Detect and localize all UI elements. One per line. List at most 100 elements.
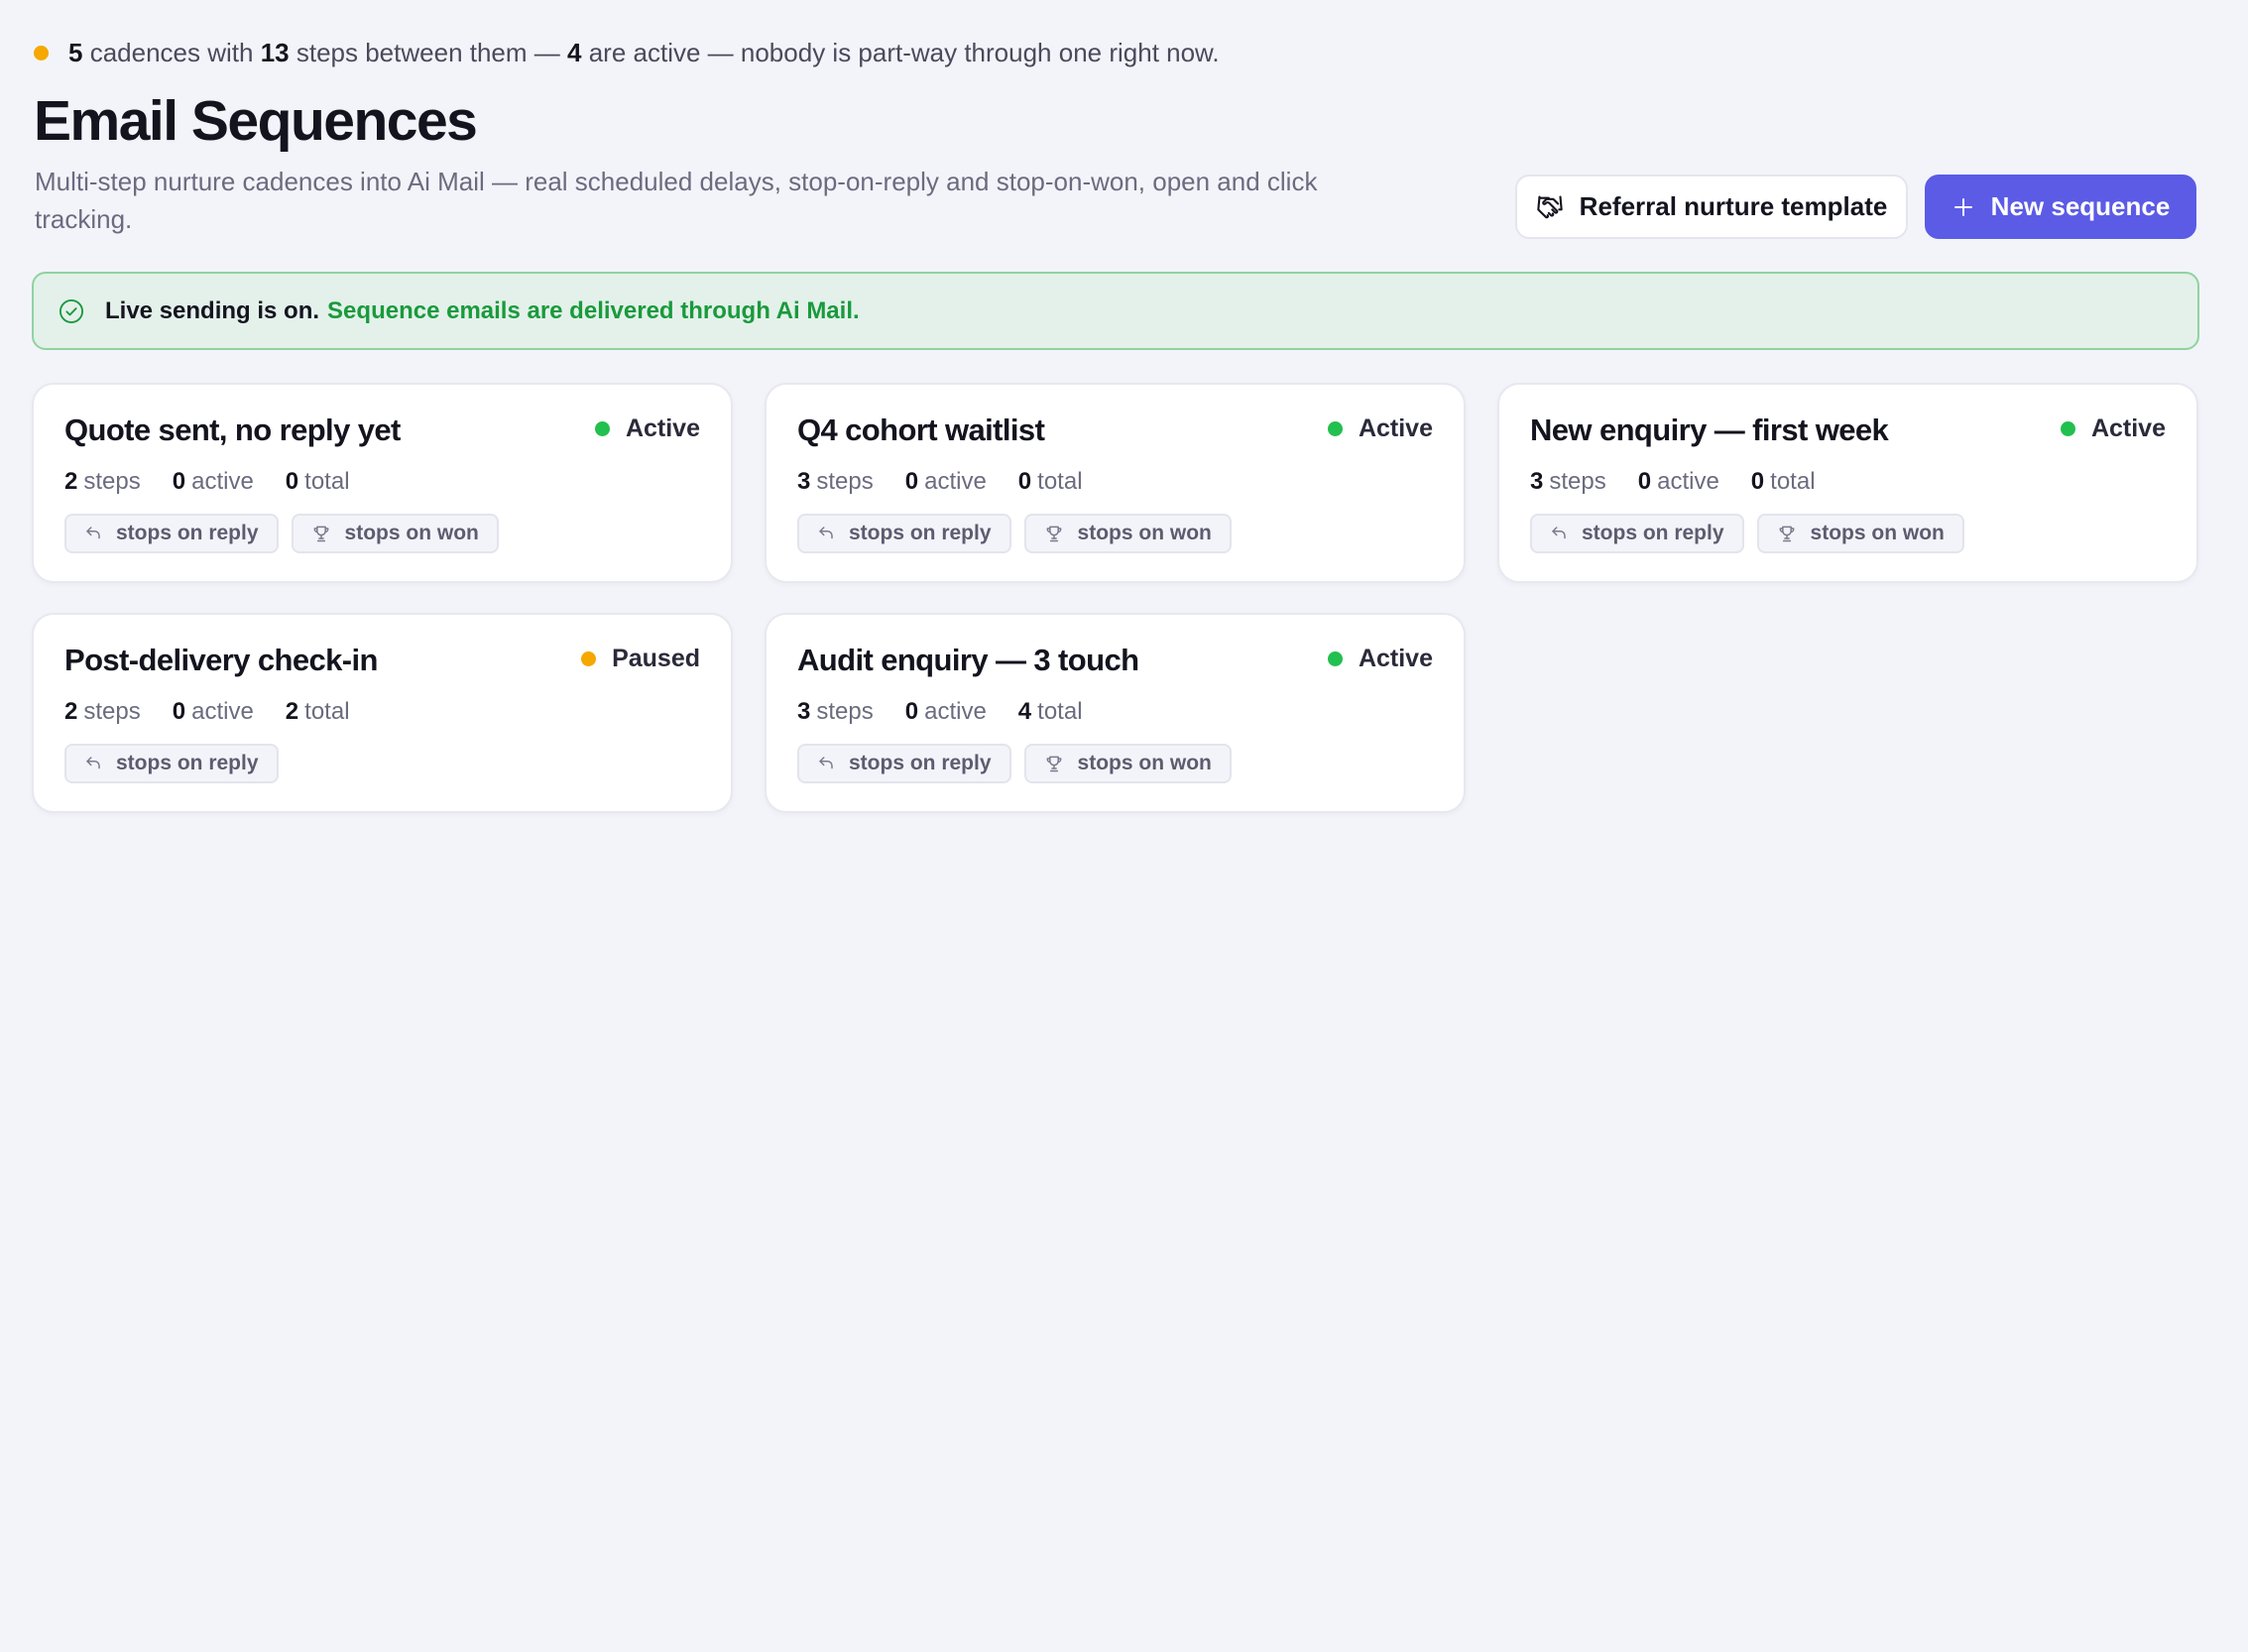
sequence-title: Post-delivery check-in — [64, 643, 378, 677]
stops-on-won-chip: stops on won — [1756, 514, 1964, 553]
active-stat: 0 active — [173, 468, 254, 496]
active-label: active — [1657, 468, 1719, 495]
sequence-status: Active — [2060, 414, 2166, 443]
trophy-icon — [313, 526, 328, 542]
status-label: Active — [625, 414, 700, 442]
stops-on-reply-label: stops on reply — [116, 752, 259, 774]
steps-label: steps — [1549, 468, 1606, 495]
stops-on-reply-chip: stops on reply — [797, 514, 1011, 553]
active-count: 0 — [904, 698, 919, 725]
stops-on-won-label: stops on won — [344, 522, 479, 544]
sequence-title: New enquiry — first week — [1530, 413, 1889, 447]
sequence-card[interactable]: Post-delivery check-in Paused 2 steps 0 activ… — [32, 613, 733, 813]
status-dot — [581, 651, 597, 666]
total-count: 2 — [285, 698, 299, 725]
sequence-stop-rules: stops on reply stops on won — [797, 514, 1244, 553]
steps-stat: 3 steps — [797, 468, 874, 496]
steps-count: 3 — [1530, 468, 1544, 495]
status-label: Active — [2090, 414, 2166, 442]
new-sequence-button[interactable]: New sequence — [1925, 175, 2196, 239]
active-stat: 0 active — [905, 468, 987, 496]
live-sending-banner: Live sending is on. Sequence emails are … — [32, 272, 2199, 350]
active-stat: 0 active — [905, 698, 987, 726]
sequence-stats: 2 steps 0 active 2 total — [64, 698, 382, 726]
handshake-icon — [1536, 194, 1563, 218]
referral-nurture-template-label: Referral nurture template — [1579, 191, 1888, 221]
sequence-stats: 3 steps 0 active 0 total — [1530, 468, 1847, 496]
stops-on-reply-label: stops on reply — [116, 522, 259, 544]
stops-on-won-chip: stops on won — [291, 514, 499, 553]
sequence-status: Paused — [581, 645, 700, 673]
steps-stat: 3 steps — [797, 698, 874, 726]
active-count: 0 — [1637, 468, 1652, 495]
summary-steps-text: steps between them — — [296, 38, 560, 67]
steps-count: 2 — [64, 468, 78, 495]
email-sequences-page: 5 cadences with 13 steps between them — … — [0, 0, 2248, 1652]
check-circle-icon — [59, 298, 84, 323]
sequence-status: Active — [1327, 414, 1433, 443]
sequence-card[interactable]: Q4 cohort waitlist Active 3 steps 0 active 0 to… — [765, 383, 1466, 583]
sequence-stop-rules: stops on reply — [64, 744, 292, 783]
steps-label: steps — [816, 468, 874, 495]
steps-stat: 3 steps — [1530, 468, 1606, 496]
total-label: total — [304, 698, 350, 725]
total-label: total — [1037, 698, 1083, 725]
sequence-card[interactable]: Audit enquiry — 3 touch Active 3 steps 0 acti… — [765, 613, 1466, 813]
referral-nurture-template-button[interactable]: Referral nurture template — [1515, 175, 1908, 239]
sequence-status: Active — [1327, 645, 1433, 673]
summary-active-text: are active — nobody is part-way through … — [588, 38, 1220, 67]
total-count: 0 — [1017, 468, 1032, 495]
total-stat: 2 total — [286, 698, 350, 726]
stops-on-reply-chip: stops on reply — [1530, 514, 1744, 553]
trophy-icon — [1046, 756, 1061, 772]
summary-cadence-count: 5 — [68, 38, 83, 67]
total-count: 4 — [1017, 698, 1032, 725]
plus-icon — [1953, 197, 1972, 216]
total-stat: 0 total — [1751, 468, 1816, 496]
stops-on-won-label: stops on won — [1077, 522, 1212, 544]
stops-on-won-chip: stops on won — [1023, 744, 1232, 783]
total-label: total — [304, 468, 350, 495]
sequence-stop-rules: stops on reply stops on won — [64, 514, 512, 553]
steps-label: steps — [83, 468, 141, 495]
total-count: 0 — [1750, 468, 1765, 495]
sequence-card[interactable]: Quote sent, no reply yet Active 2 steps 0 act… — [32, 383, 733, 583]
stops-on-won-label: stops on won — [1077, 752, 1212, 774]
stops-on-reply-label: stops on reply — [1582, 522, 1724, 544]
steps-stat: 2 steps — [64, 468, 141, 496]
status-dot — [1327, 651, 1343, 666]
reply-arrow-icon — [819, 757, 833, 769]
status-dot — [2060, 421, 2075, 436]
active-count: 0 — [172, 468, 186, 495]
steps-stat: 2 steps — [64, 698, 141, 726]
active-count: 0 — [904, 468, 919, 495]
summary-step-count: 13 — [260, 38, 290, 67]
steps-label: steps — [83, 698, 141, 725]
page-subtitle: Multi-step nurture cadences into Ai Mail… — [35, 167, 1318, 234]
active-label: active — [191, 698, 254, 725]
page-title: Email Sequences — [34, 89, 478, 153]
status-label: Paused — [612, 645, 700, 672]
total-stat: 4 total — [1018, 698, 1083, 726]
sequence-title: Audit enquiry — 3 touch — [797, 643, 1139, 677]
stops-on-reply-chip: stops on reply — [797, 744, 1011, 783]
sequence-card[interactable]: New enquiry — first week Active 3 steps 0 act… — [1497, 383, 2198, 583]
sequence-title: Q4 cohort waitlist — [797, 413, 1045, 447]
trophy-icon — [1779, 526, 1794, 542]
steps-count: 2 — [64, 698, 78, 725]
sequence-title: Quote sent, no reply yet — [64, 413, 401, 447]
stops-on-reply-chip: stops on reply — [64, 744, 279, 783]
active-label: active — [924, 468, 987, 495]
total-label: total — [1037, 468, 1083, 495]
summary-cadences-text: cadences with — [89, 38, 254, 67]
steps-count: 3 — [797, 468, 811, 495]
stops-on-won-label: stops on won — [1810, 522, 1945, 544]
status-dot — [1327, 421, 1343, 436]
active-stat: 0 active — [173, 698, 254, 726]
total-stat: 0 total — [1018, 468, 1083, 496]
sequence-stats: 3 steps 0 active 4 total — [797, 698, 1115, 726]
reply-arrow-icon — [1552, 527, 1566, 539]
reply-arrow-icon — [86, 527, 100, 539]
banner-message: Sequence emails are delivered through Ai… — [327, 296, 860, 324]
sequence-status: Active — [594, 414, 700, 443]
